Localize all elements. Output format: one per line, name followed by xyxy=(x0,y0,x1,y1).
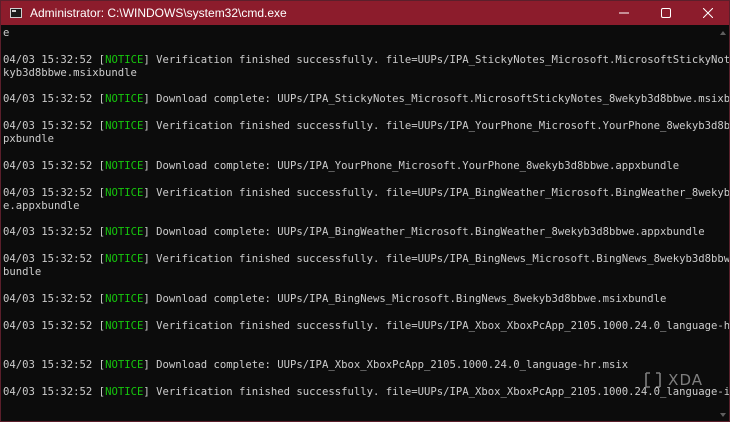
log-timestamp: 04/03 15:32:52 xyxy=(3,386,99,399)
log-message: Download complete: UUPs/IPA_BingNews_Mic… xyxy=(149,292,667,305)
log-level: NOTICE xyxy=(105,93,144,106)
log-level: NOTICE xyxy=(105,186,144,199)
minimize-button[interactable] xyxy=(603,1,645,25)
log-timestamp: 04/03 15:32:52 xyxy=(3,359,99,372)
close-icon xyxy=(703,8,713,18)
log-timestamp: 04/03 15:32:52 xyxy=(3,319,99,332)
console-line: 04/03 15:32:52 [NOTICE] Verification fin… xyxy=(3,386,730,399)
console-line: bundle xyxy=(3,266,42,279)
log-message: Verification finished successfully. file… xyxy=(149,319,730,332)
console-line: 04/03 15:32:52 [NOTICE] Download complet… xyxy=(3,160,727,173)
log-timestamp: 04/03 15:32:52 xyxy=(3,253,99,266)
console-line: 04/03 15:32:52 [NOTICE] Download complet… xyxy=(3,293,727,306)
console-line: 04/03 15:32:52 [NOTICE] Download complet… xyxy=(3,93,730,106)
log-message: Verification finished successfully. file… xyxy=(149,386,730,399)
scrollbar[interactable] xyxy=(717,25,729,422)
log-timestamp: 04/03 15:32:52 xyxy=(3,186,99,199)
xda-logo-icon xyxy=(645,372,661,388)
log-message: Download complete: UUPs/IPA_YourPhone_Mi… xyxy=(149,159,680,172)
log-level: NOTICE xyxy=(105,159,144,172)
log-message: Verification finished successfully. file… xyxy=(149,253,730,266)
log-level: NOTICE xyxy=(105,359,144,372)
log-message: Download complete: UUPs/IPA_BingWeather_… xyxy=(149,226,705,239)
log-timestamp: 04/03 15:32:52 xyxy=(3,159,99,172)
scroll-down-arrow-icon xyxy=(720,413,726,417)
cmd-window: Administrator: C:\WINDOWS\system32\cmd.e… xyxy=(0,0,730,422)
log-message: Verification finished successfully. file… xyxy=(149,53,730,66)
cmd-icon[interactable] xyxy=(10,8,22,18)
console-line: kyb3d8bbwe.msixbundle xyxy=(3,66,137,79)
maximize-button[interactable] xyxy=(645,1,687,25)
console-line: 04/03 15:32:52 [NOTICE] Verification fin… xyxy=(3,319,730,333)
window-controls xyxy=(603,1,729,25)
log-level: NOTICE xyxy=(105,226,144,239)
minimize-icon xyxy=(619,12,629,14)
console-line: 04/03 15:32:52 [NOTICE] Verification fin… xyxy=(3,53,730,67)
maximize-icon xyxy=(661,8,671,18)
log-level: NOTICE xyxy=(105,292,144,305)
log-level: NOTICE xyxy=(105,386,144,399)
close-button[interactable] xyxy=(687,1,729,25)
console-output[interactable]: e 04/03 15:32:52 [NOTICE] Verification fi… xyxy=(1,25,729,399)
log-message: Verification finished successfully. file… xyxy=(149,186,730,199)
log-timestamp: 04/03 15:32:52 xyxy=(3,292,99,305)
log-message: Verification finished successfully. file… xyxy=(149,120,730,133)
watermark-text: XDA xyxy=(668,371,703,389)
window-title: Administrator: C:\WINDOWS\system32\cmd.e… xyxy=(30,6,287,20)
console-line: 04/03 15:32:52 [NOTICE] Download complet… xyxy=(3,226,727,239)
console-line: 04/03 15:32:52 [NOTICE] Verification fin… xyxy=(3,186,730,200)
log-timestamp: 04/03 15:32:52 xyxy=(3,53,99,66)
log-message: Download complete: UUPs/IPA_Xbox_XboxPcA… xyxy=(149,359,629,372)
log-timestamp: 04/03 15:32:52 xyxy=(3,226,99,239)
log-level: NOTICE xyxy=(105,53,144,66)
log-level: NOTICE xyxy=(105,120,144,133)
title-bar[interactable]: Administrator: C:\WINDOWS\system32\cmd.e… xyxy=(1,1,729,25)
console-line: 04/03 15:32:52 [NOTICE] Download complet… xyxy=(3,359,727,372)
console-line: e.appxbundle xyxy=(3,199,80,212)
console-line: 04/03 15:32:52 [NOTICE] Verification fin… xyxy=(3,120,730,133)
console-line: 04/03 15:32:52 [NOTICE] Verification fin… xyxy=(3,253,730,266)
log-message: Download complete: UUPs/IPA_StickyNotes_… xyxy=(149,93,730,106)
console-line: e xyxy=(3,27,10,39)
scroll-up-arrow-icon xyxy=(720,31,726,35)
log-level: NOTICE xyxy=(105,319,144,332)
log-timestamp: 04/03 15:32:52 xyxy=(3,93,99,106)
log-timestamp: 04/03 15:32:52 xyxy=(3,120,99,133)
console-line: pxbundle xyxy=(3,133,55,146)
log-level: NOTICE xyxy=(105,253,144,266)
xda-watermark: XDA xyxy=(644,371,703,389)
